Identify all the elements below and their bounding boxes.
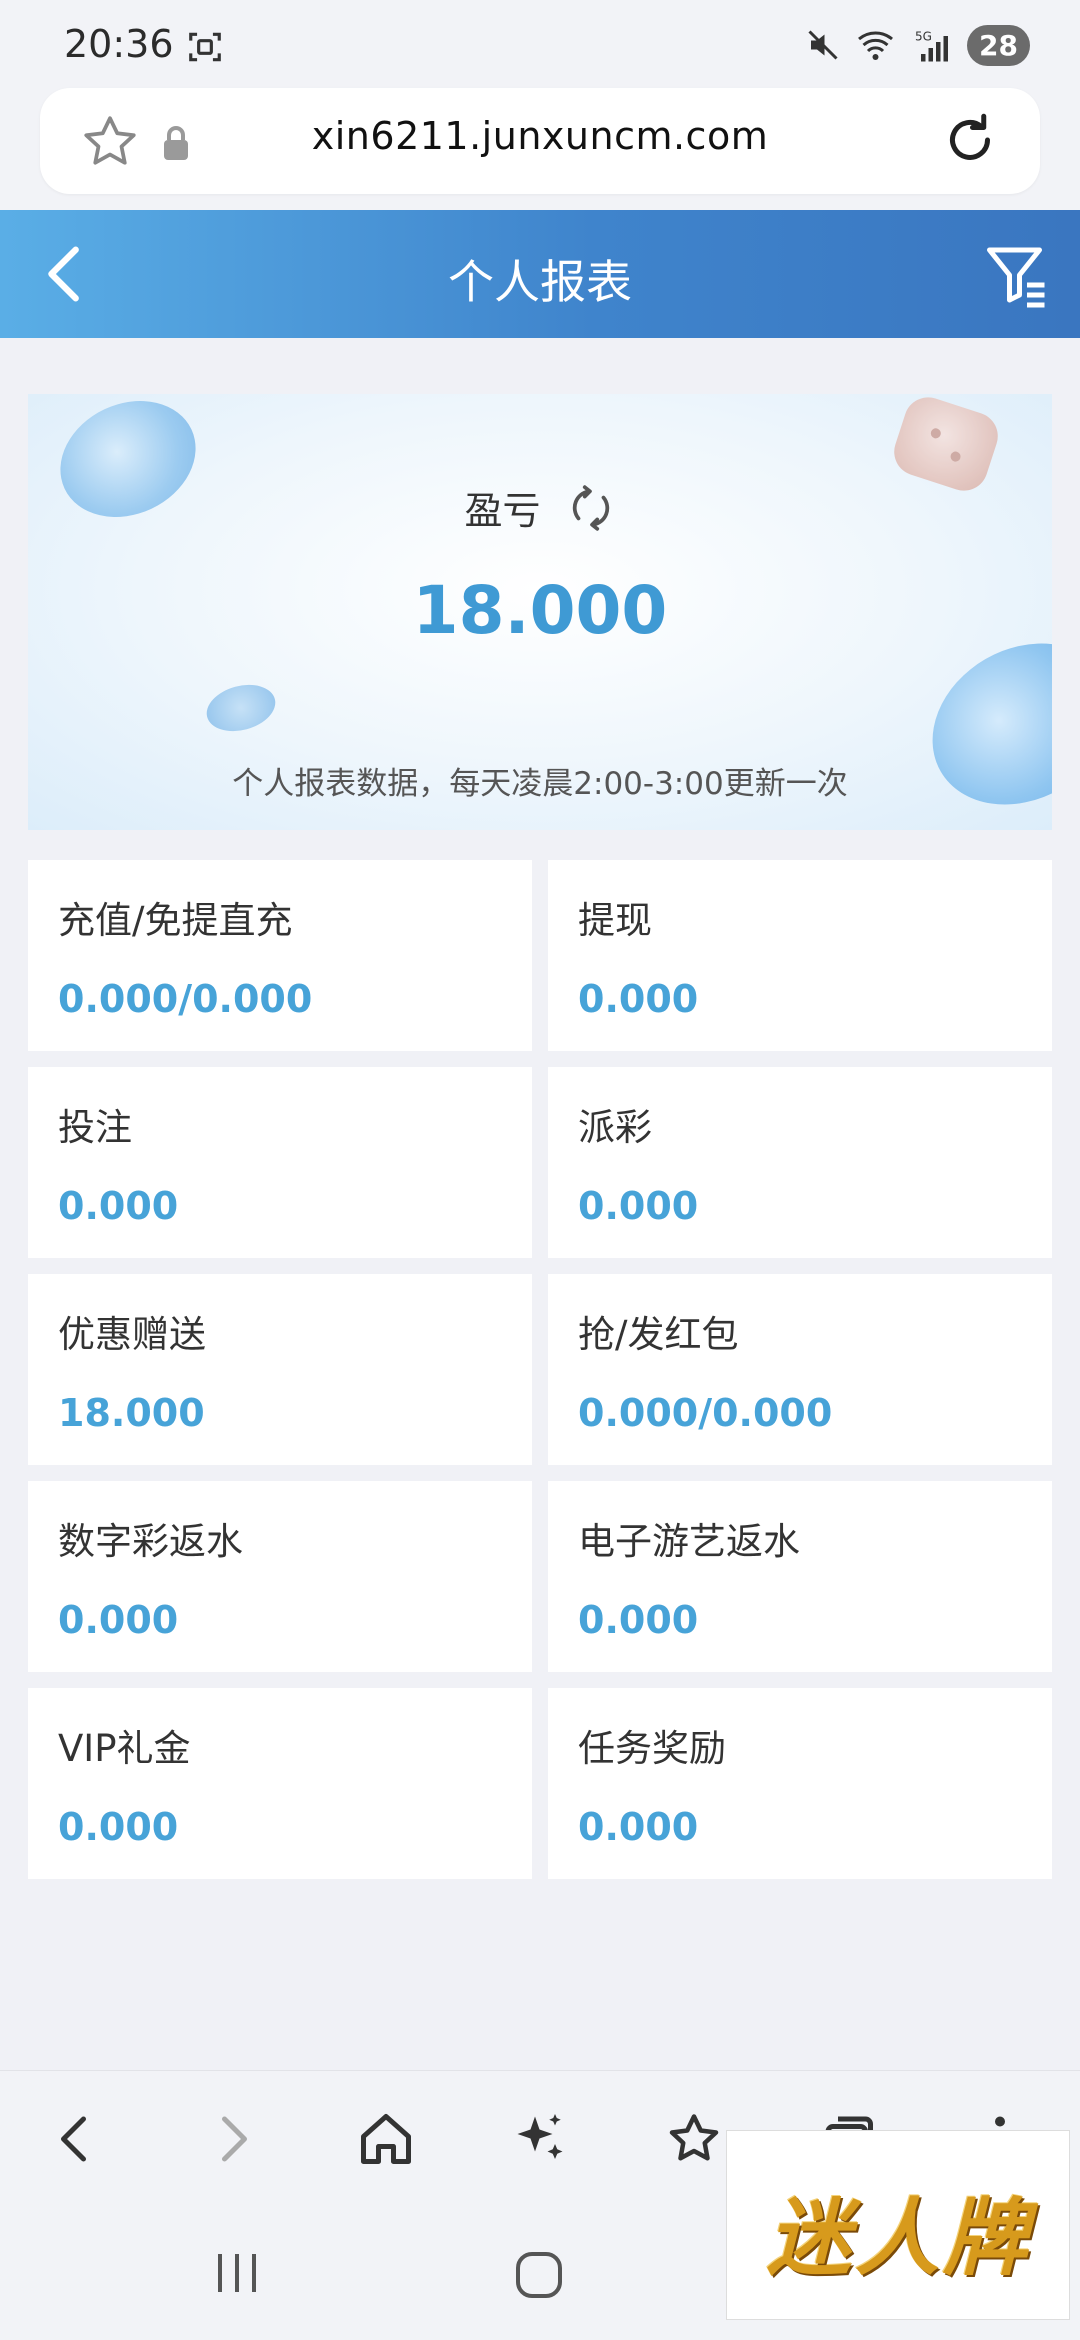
stat-label: 充值/免提直充 (58, 899, 293, 942)
filter-icon[interactable] (982, 240, 1052, 310)
address-bar[interactable]: xin6211.junxuncm.com (40, 88, 1040, 194)
stat-red-packet: 抢/发红包 0.000/0.000 (548, 1274, 1052, 1465)
stat-payout: 派彩 0.000 (548, 1067, 1052, 1258)
reload-icon[interactable] (940, 110, 1000, 170)
home-icon[interactable] (356, 2109, 416, 2169)
browser-back-icon[interactable] (46, 2109, 106, 2169)
url-text[interactable]: xin6211.junxuncm.com (40, 114, 1040, 158)
stat-label: 提现 (578, 899, 652, 942)
stat-label: 任务奖励 (578, 1727, 726, 1770)
status-bar: 20:36 5G 28 (0, 0, 1080, 88)
app-header: 个人报表 (0, 210, 1080, 338)
update-note: 个人报表数据，每天凌晨2:00-3:00更新一次 (232, 766, 848, 802)
stat-value: 0.000 (58, 1598, 179, 1642)
stat-egame-rebate: 电子游艺返水 0.000 (548, 1481, 1052, 1672)
page-title: 个人报表 (448, 255, 632, 309)
browser-forward-icon[interactable] (202, 2109, 262, 2169)
stat-label: 抢/发红包 (578, 1313, 739, 1356)
stat-lottery-rebate: 数字彩返水 0.000 (28, 1481, 532, 1672)
profit-loss-card: 盈亏 18.000 个人报表数据，每天凌晨2:00-3:00更新一次 (28, 394, 1052, 830)
stat-label: 电子游艺返水 (578, 1520, 800, 1563)
stats-grid: 充值/免提直充 0.000/0.000 提现 0.000 投注 0.000 派彩… (28, 860, 1052, 1879)
battery-level: 28 (967, 24, 1030, 66)
home-nav-icon[interactable] (514, 2250, 564, 2300)
wifi-icon (858, 31, 894, 60)
stat-label: 投注 (58, 1106, 132, 1149)
svg-text:5G: 5G (915, 30, 932, 44)
stat-value: 0.000 (58, 1805, 179, 1849)
profit-loss-value: 18.000 (412, 572, 668, 649)
stat-label: VIP礼金 (58, 1727, 191, 1770)
stat-bet: 投注 0.000 (28, 1067, 532, 1258)
bookmarks-icon[interactable] (664, 2109, 724, 2169)
stat-value: 0.000/0.000 (578, 1391, 833, 1435)
screenshot-icon (189, 32, 221, 62)
stat-withdraw: 提现 0.000 (548, 860, 1052, 1051)
stat-promo-bonus: 优惠赠送 18.000 (28, 1274, 532, 1465)
recent-apps-icon[interactable] (212, 2250, 262, 2296)
stat-value: 0.000 (58, 1184, 179, 1228)
stat-value: 18.000 (58, 1391, 205, 1435)
watermark-text: 迷人牌 (766, 2189, 1031, 2287)
mute-icon (808, 30, 838, 60)
stat-value: 0.000 (578, 977, 699, 1021)
stat-value: 0.000 (578, 1805, 699, 1849)
chip-decoration (201, 677, 281, 739)
profit-loss-header: 盈亏 (28, 480, 1052, 535)
watermark-logo: 迷人牌 (726, 2130, 1070, 2320)
status-indicators: 5G 28 (805, 24, 1030, 66)
status-time: 20:36 (64, 22, 174, 66)
stat-label: 数字彩返水 (58, 1520, 243, 1563)
sparkle-icon[interactable] (510, 2109, 570, 2169)
stat-vip-gift: VIP礼金 0.000 (28, 1688, 532, 1879)
stat-value: 0.000 (578, 1598, 699, 1642)
profit-loss-label: 盈亏 (464, 489, 541, 533)
refresh-icon[interactable] (566, 483, 616, 533)
stat-recharge: 充值/免提直充 0.000/0.000 (28, 860, 532, 1051)
stat-label: 优惠赠送 (58, 1313, 206, 1356)
stat-value: 0.000/0.000 (58, 977, 313, 1021)
stat-task-reward: 任务奖励 0.000 (548, 1688, 1052, 1879)
browser-address-area: xin6211.junxuncm.com (0, 88, 1080, 210)
signal-5g-icon: 5G (915, 30, 949, 62)
stat-label: 派彩 (578, 1106, 652, 1149)
stat-value: 0.000 (578, 1184, 699, 1228)
